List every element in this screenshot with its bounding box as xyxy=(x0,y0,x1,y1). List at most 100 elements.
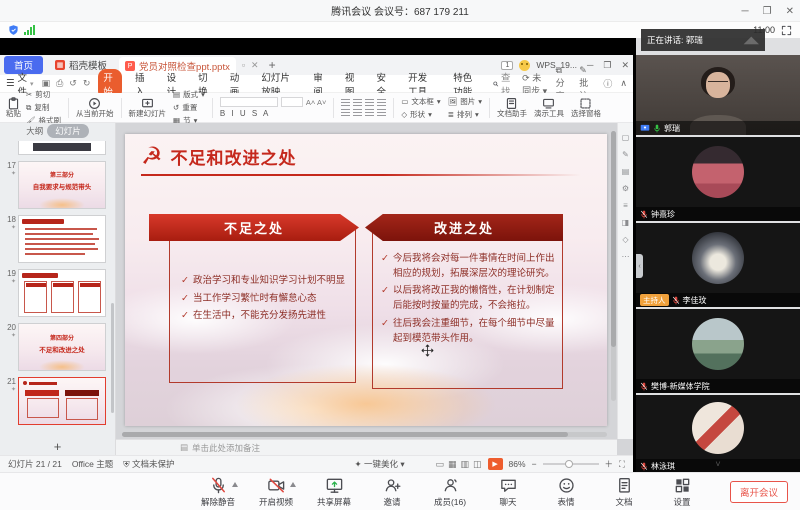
presentation-tools-button[interactable]: 演示工具 xyxy=(534,97,564,118)
notification-badge[interactable]: 1 xyxy=(501,61,513,70)
meeting-watermark-icon: ◢◣ xyxy=(744,35,759,46)
tools-icon xyxy=(542,97,555,110)
thumbnail-slide-19[interactable]: 19✦ xyxy=(2,269,111,317)
tab-slides[interactable]: 幻灯片 xyxy=(47,124,89,138)
editor-hscrollbar[interactable] xyxy=(122,432,607,437)
participant-tile-host[interactable]: 主持人 李佳玟 xyxy=(636,223,800,307)
line-spacing-icon[interactable] xyxy=(377,109,386,117)
share-screen-button[interactable]: 共享屏幕 xyxy=(312,476,356,508)
collapse-ribbon-icon[interactable]: ∧ xyxy=(620,78,627,89)
align-left-icon[interactable] xyxy=(341,99,350,107)
reactions-button[interactable]: 表情 xyxy=(544,476,588,508)
align-right-icon[interactable] xyxy=(365,99,374,107)
start-video-button[interactable]: 开启视频 xyxy=(254,476,298,508)
mic-muted-icon xyxy=(672,296,680,305)
beautify-button[interactable]: ✦ 一键美化 ▾ xyxy=(355,458,405,470)
justify-icon[interactable] xyxy=(377,99,386,107)
chat-button[interactable]: 聊天 xyxy=(486,476,530,508)
unmute-button[interactable]: 解除静音 xyxy=(196,476,240,508)
minimize-icon[interactable]: ─ xyxy=(742,6,749,17)
save-icon[interactable]: ▣ xyxy=(42,78,51,89)
cut-button[interactable]: ✂ 剪切 xyxy=(26,89,61,100)
security-shield-icon[interactable] xyxy=(8,24,19,36)
info-icon[interactable]: ⓘ xyxy=(603,77,612,90)
sidebar-split-icon[interactable]: ◨ xyxy=(622,218,630,227)
shapes-button[interactable]: ◇ 形状 ▾ xyxy=(401,109,440,120)
quick-toolbar[interactable]: ▣ ⎙ ↺ ↻ xyxy=(42,78,91,89)
slideshow-play-button[interactable]: ▶ xyxy=(488,458,503,470)
sidebar-shape-icon[interactable]: ◇ xyxy=(622,235,628,244)
bullets-icon[interactable] xyxy=(341,109,350,117)
sidebar-more-icon[interactable]: ⋯ xyxy=(622,252,630,261)
invite-button[interactable]: 邀请 xyxy=(370,476,414,508)
picture-button[interactable]: 🖼 图片 ▾ xyxy=(448,96,482,107)
panel-chevron-down-icon[interactable]: ˅ xyxy=(715,459,720,469)
paste-button[interactable]: 粘贴 xyxy=(6,97,21,118)
tab-outline[interactable]: 大纲 xyxy=(26,125,43,137)
selection-pane-button[interactable]: 选择窗格 xyxy=(571,97,601,118)
mic-options-caret[interactable] xyxy=(232,482,238,487)
sorter-view-icon[interactable]: ▦ xyxy=(448,459,457,470)
zoom-slider[interactable] xyxy=(543,463,599,465)
sidebar-style-icon[interactable]: ✎ xyxy=(622,150,629,159)
panel-collapse-handle[interactable]: ‹ xyxy=(636,254,643,278)
zoom-level[interactable]: 86% xyxy=(509,459,526,469)
maximize-icon[interactable]: ❐ xyxy=(763,6,772,17)
thumbnail-slide-16[interactable] xyxy=(2,141,111,155)
play-from-current-button[interactable]: 从当前开始 xyxy=(76,97,114,118)
thumbnail-slide-17[interactable]: 17✦ 第三部分 自我要求与规范带头 xyxy=(2,161,111,209)
font-size-select[interactable] xyxy=(281,97,303,107)
sidebar-gear-icon[interactable]: ⚙ xyxy=(622,184,629,193)
undo-icon[interactable]: ↺ xyxy=(69,78,77,89)
textbox-button[interactable]: ▭ 文本框 ▾ xyxy=(401,96,440,107)
thumbnail-slide-21-current[interactable]: 21✦ xyxy=(2,377,111,425)
doc-assistant-button[interactable]: 文档助手 xyxy=(497,97,527,118)
font-grow-shrink[interactable]: A˄ A˅ xyxy=(306,98,326,107)
editor-vscrollbar[interactable] xyxy=(611,131,616,401)
exit-fullscreen-icon[interactable] xyxy=(781,25,792,36)
close-icon[interactable]: ✕ xyxy=(786,6,794,17)
normal-view-icon[interactable]: ▭ xyxy=(435,459,444,470)
reset-button[interactable]: ↺ 重置 xyxy=(173,102,205,113)
doc-protect-status[interactable]: ⛨ 文档未保护 xyxy=(123,458,174,470)
sidebar-list-icon[interactable]: ≡ xyxy=(623,201,628,210)
settings-button[interactable]: 设置 xyxy=(660,476,704,508)
notes-bar[interactable]: ▤ 单击此处添加备注 xyxy=(116,439,617,455)
wps-right-sidebar: ▢ ✎ ▤ ⚙ ≡ ◨ ◇ ⋯ xyxy=(617,123,633,439)
network-signal-icon[interactable] xyxy=(24,25,35,35)
wps-ribbon: 粘贴 ✂ 剪切 ⧉ 复制 🖌格式刷 从当前开始 新建幻灯片 xyxy=(0,93,633,123)
thumbnail-slide-20[interactable]: 20✦ 第四部分 不足和改进之处 xyxy=(2,323,111,371)
docs-button[interactable]: 文档 xyxy=(602,476,646,508)
participant-tile[interactable]: 樊博-新媒体学院 xyxy=(636,309,800,393)
add-slide-button[interactable]: + xyxy=(0,439,115,455)
arrange-button[interactable]: ≣ 排列 ▾ xyxy=(448,109,482,120)
account-avatar[interactable] xyxy=(519,60,530,71)
zoom-in-icon[interactable]: ＋ xyxy=(605,458,614,470)
theme-name[interactable]: Office 主题 xyxy=(72,458,113,470)
notes-view-icon[interactable]: ◫ xyxy=(473,459,482,470)
participant-tile[interactable]: 钟熹珍 xyxy=(636,137,800,221)
sidebar-layout-icon[interactable]: ▤ xyxy=(622,167,630,176)
new-slide-button[interactable]: 新建幻灯片 xyxy=(129,97,167,118)
font-style-buttons[interactable]: B I U S A xyxy=(220,109,326,118)
sidebar-props-icon[interactable]: ▢ xyxy=(622,133,630,142)
current-slide-canvas[interactable]: ☭ 不足和改进之处 不足之处 改进之处 ✓政治学习和专业知识学习计划不明显 ✓当… xyxy=(125,134,607,426)
numbering-icon[interactable] xyxy=(353,109,362,117)
redo-icon[interactable]: ↻ xyxy=(83,78,91,89)
zoom-out-icon[interactable]: − xyxy=(532,459,537,469)
video-options-caret[interactable] xyxy=(290,482,296,487)
font-name-select[interactable] xyxy=(220,97,278,107)
reading-view-icon[interactable]: ▥ xyxy=(461,459,470,470)
emoji-icon xyxy=(557,476,576,495)
indent-icon[interactable] xyxy=(365,109,374,117)
copy-button[interactable]: ⧉ 复制 xyxy=(26,102,61,113)
leave-meeting-button[interactable]: 离开会议 xyxy=(730,481,788,503)
align-center-icon[interactable] xyxy=(353,99,362,107)
thumbnail-scrollbar[interactable] xyxy=(111,303,114,413)
fit-screen-icon[interactable]: ⛶ xyxy=(619,459,625,470)
layout-button[interactable]: ▤ 版式 ▾ xyxy=(173,89,205,100)
members-button[interactable]: 成员(16) xyxy=(428,476,472,508)
participant-tile-video[interactable]: 郭瑞 xyxy=(636,55,800,135)
thumbnail-slide-18[interactable]: 18✦ xyxy=(2,215,111,263)
print-icon[interactable]: ⎙ xyxy=(56,78,63,89)
